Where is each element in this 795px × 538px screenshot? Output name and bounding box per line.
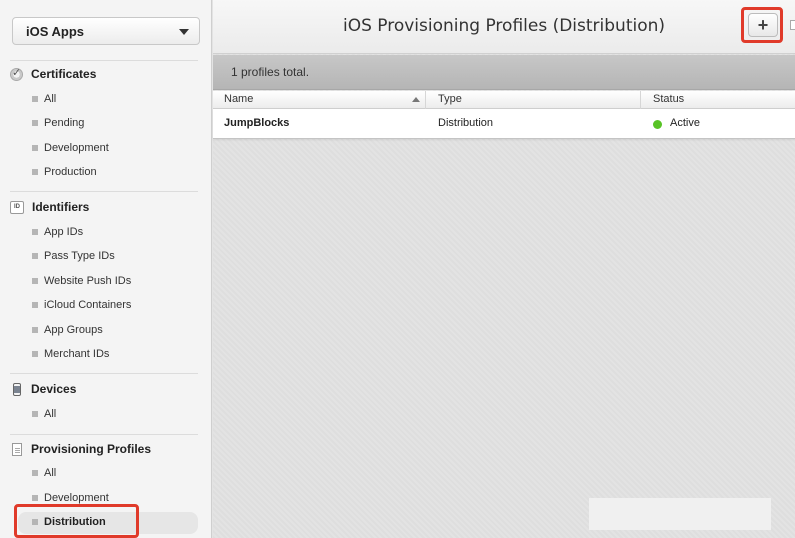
annotation-highlight-add-button [741,7,783,43]
sidebar-item-label: Development [44,142,109,154]
sidebar-section-certificates: Certificates [10,65,96,83]
sidebar-divider [10,60,198,61]
app-type-select-value: iOS Apps [26,24,85,39]
profile-type: Distribution [438,117,494,129]
profiles-count: 1 profiles total. [231,65,310,79]
sidebar-item-label: App IDs [44,226,84,238]
bullet-icon [32,96,38,102]
redacted-area [589,498,771,530]
sidebar-divider [10,191,198,192]
sidebar-item-certificates-all[interactable]: All [32,91,56,107]
iphone-icon [13,382,21,396]
document-icon [12,442,22,456]
id-card-icon: ID [10,200,24,214]
bullet-icon [32,411,38,417]
sidebar-section-title: Certificates [31,67,97,81]
sidebar-item-icloud-containers[interactable]: iCloud Containers [32,297,131,313]
bullet-icon [32,120,38,126]
bullet-icon [32,278,38,284]
column-header-name[interactable]: Name [224,93,253,105]
sidebar-item-app-ids[interactable]: App IDs [32,224,83,240]
sidebar-item-label: All [44,93,57,105]
bullet-icon [32,327,38,333]
bullet-icon [32,253,38,259]
sidebar-item-label: iCloud Containers [44,299,132,311]
sidebar-item-website-push-ids[interactable]: Website Push IDs [32,273,131,289]
column-header-status[interactable]: Status [653,93,684,105]
sidebar-item-pass-type-ids[interactable]: Pass Type IDs [32,248,115,264]
sidebar-section-title: Identifiers [32,200,90,214]
sort-ascending-icon [412,97,420,102]
column-header-type[interactable]: Type [438,93,462,105]
main-content: iOS Provisioning Profiles (Distribution)… [213,0,795,538]
sidebar-item-label: All [44,467,57,479]
table-header: Name Type Status [213,91,795,109]
column-divider [425,91,426,109]
bullet-icon [32,302,38,308]
sidebar-divider [10,373,198,374]
profile-name: JumpBlocks [224,117,290,129]
sidebar-item-profiles-all[interactable]: All [32,465,56,481]
sidebar-item-certificates-development[interactable]: Development [32,140,109,156]
sidebar: iOS Apps Certificates All Pending Develo… [0,0,212,538]
sidebar-item-label: Merchant IDs [44,348,110,360]
sidebar-divider [10,434,198,435]
sidebar-item-devices-all[interactable]: All [32,406,56,422]
sidebar-item-label: All [44,408,57,420]
sidebar-item-label: Pending [44,117,85,129]
sidebar-section-title: Provisioning Profiles [31,442,152,456]
list-view-icon[interactable] [790,20,795,30]
page-title: iOS Provisioning Profiles (Distribution) [342,16,666,36]
chevron-down-icon [179,29,189,35]
bullet-icon [32,169,38,175]
sidebar-item-app-groups[interactable]: App Groups [32,322,103,338]
sidebar-item-merchant-ids[interactable]: Merchant IDs [32,346,109,362]
bullet-icon [32,229,38,235]
title-bar: iOS Provisioning Profiles (Distribution)… [213,0,795,54]
bullet-icon [32,470,38,476]
sidebar-item-certificates-production[interactable]: Production [32,164,97,180]
sidebar-section-identifiers: ID Identifiers [10,198,89,216]
sidebar-item-label: Development [44,492,109,504]
profile-status: Active [670,117,700,129]
sidebar-item-label: Pass Type IDs [44,250,115,262]
bullet-icon [32,351,38,357]
profiles-table: Name Type Status JumpBlocks Distribution… [213,91,795,139]
sidebar-section-title: Devices [31,382,77,396]
sidebar-item-certificates-pending[interactable]: Pending [32,115,84,131]
bullet-icon [32,495,38,501]
certificate-icon [10,66,23,81]
bullet-icon [32,145,38,151]
sidebar-item-label: Production [44,166,97,178]
app-type-select[interactable]: iOS Apps [12,17,200,45]
sidebar-section-provisioning-profiles: Provisioning Profiles [10,440,151,458]
table-row[interactable]: JumpBlocks Distribution Active [213,109,795,139]
summary-bar: 1 profiles total. [213,55,795,90]
status-active-icon [653,120,662,129]
sidebar-section-devices: Devices [10,380,76,398]
sidebar-item-label: App Groups [44,324,103,336]
sidebar-item-label: Website Push IDs [44,275,132,287]
column-divider [640,91,641,109]
annotation-highlight-distribution [14,504,139,538]
